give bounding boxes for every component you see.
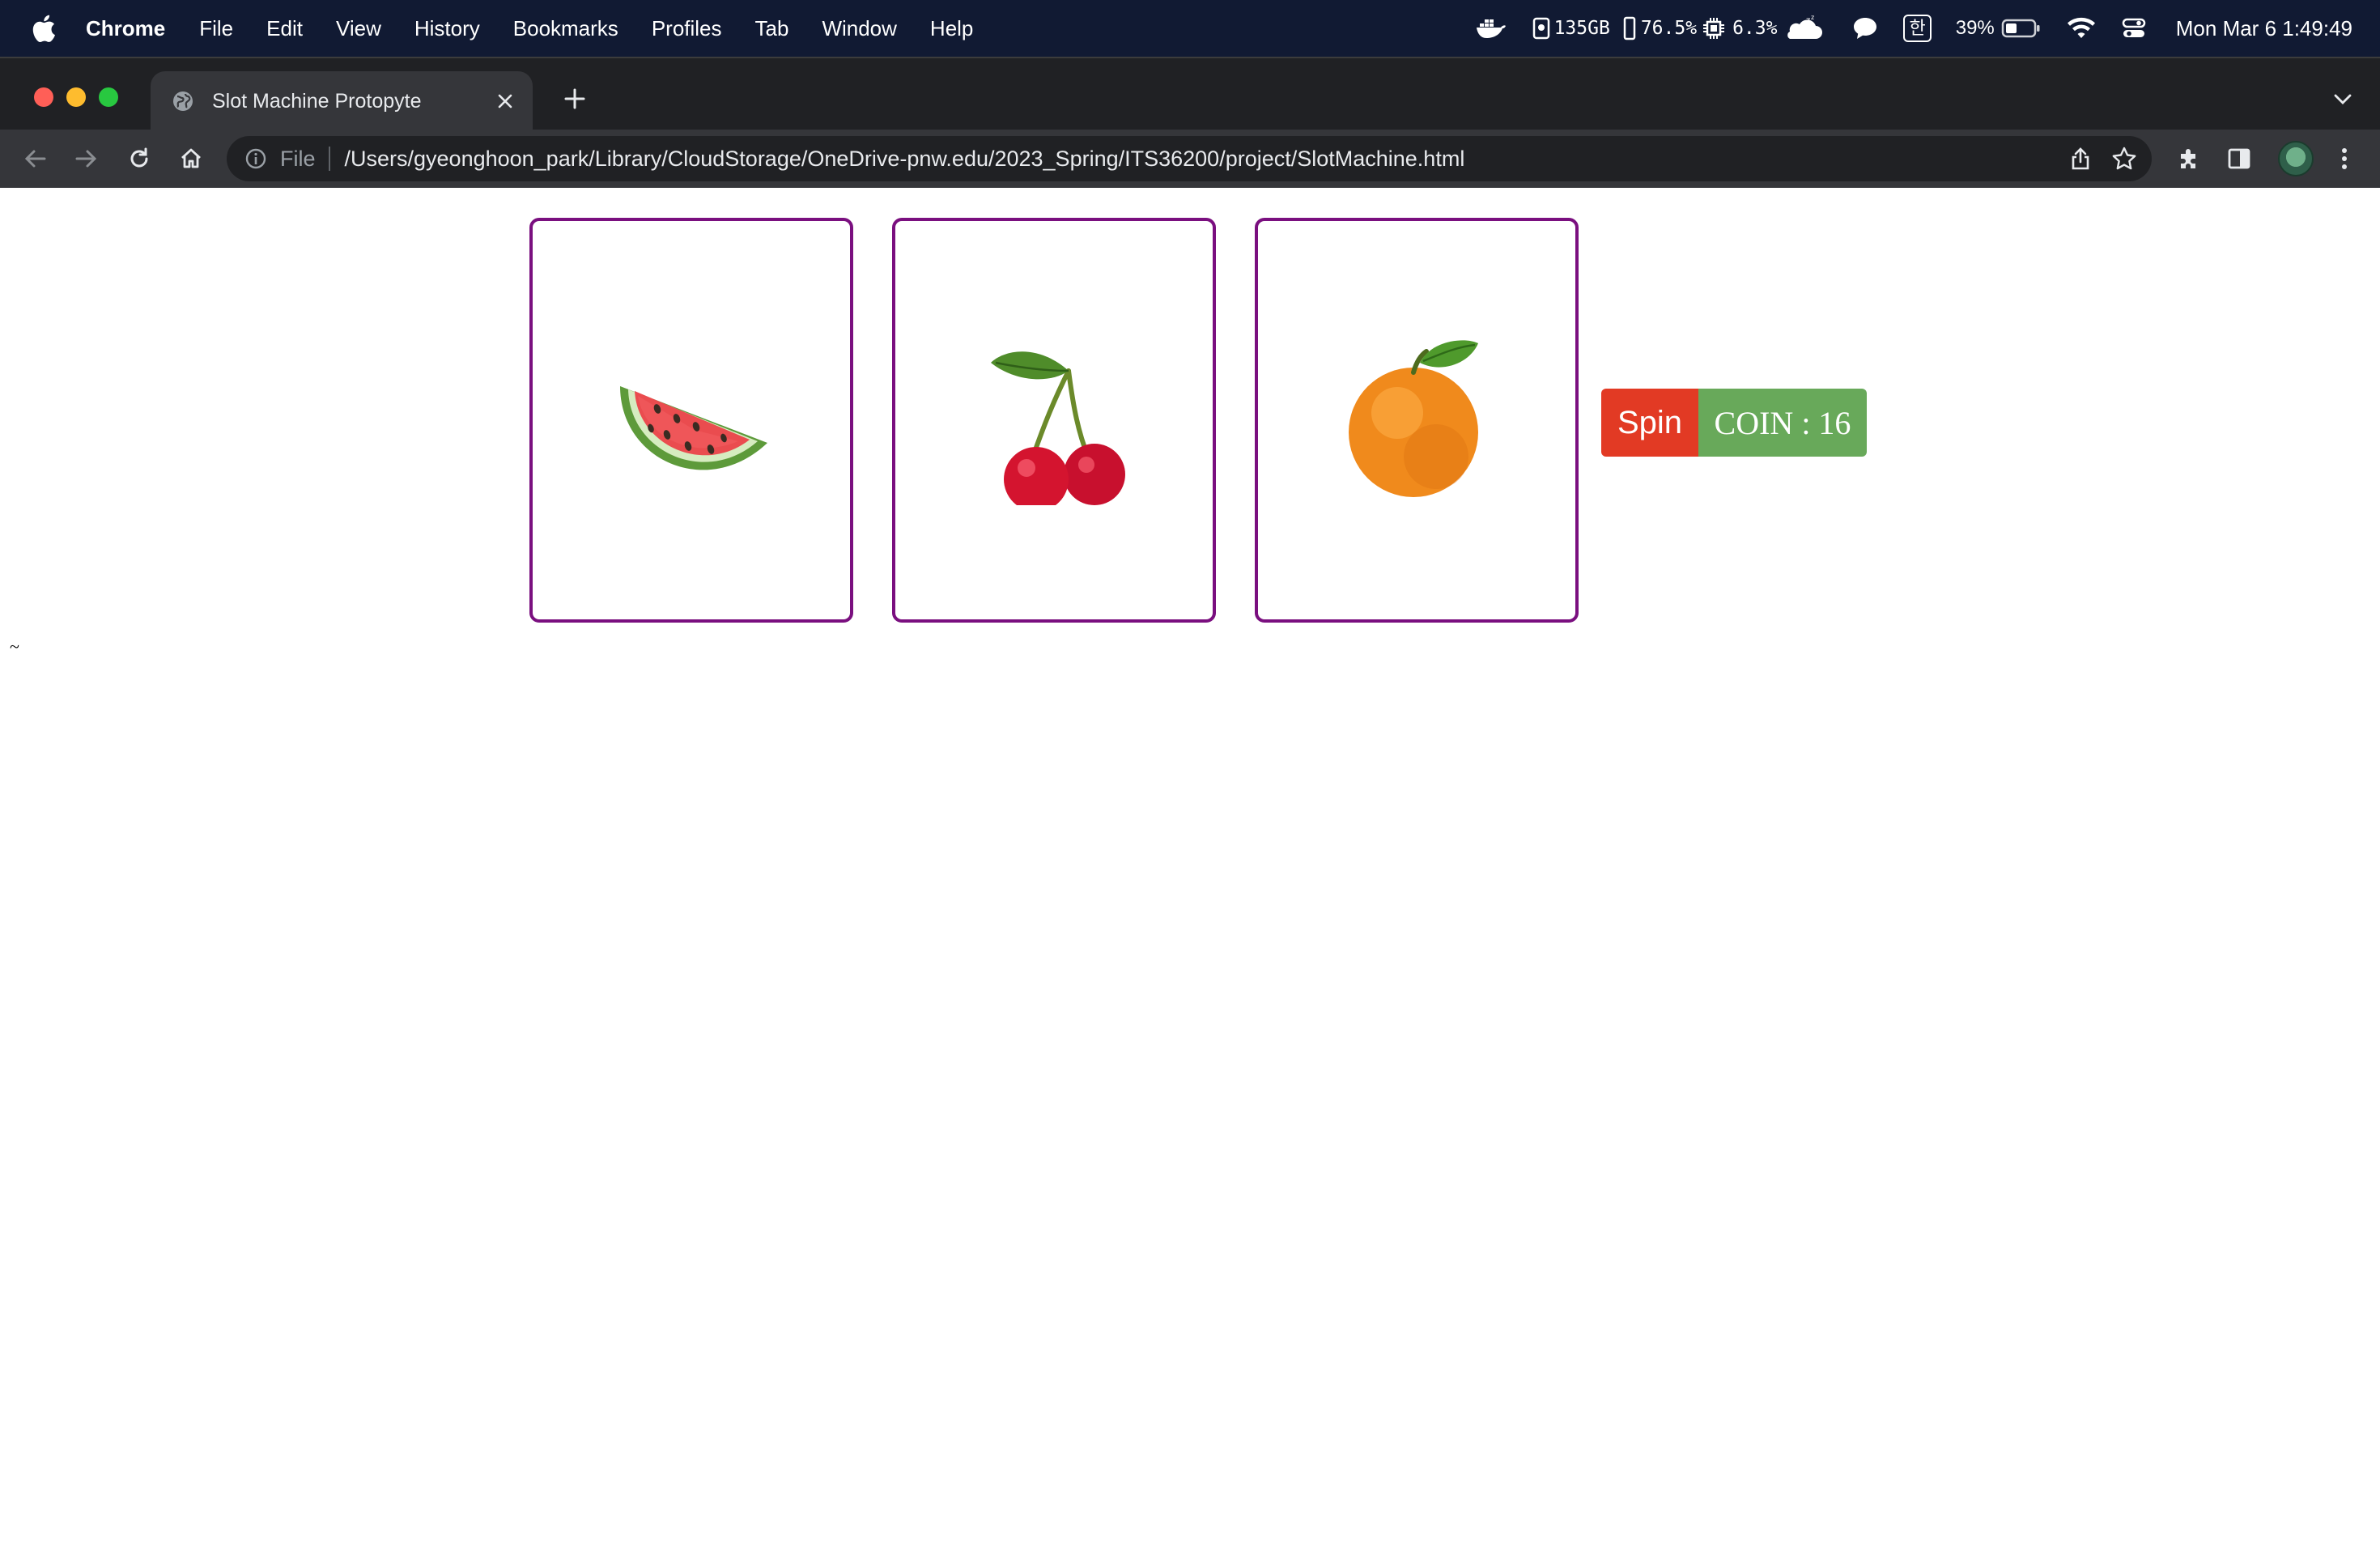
memory-monitor[interactable]: 76.5% [1621,16,1697,40]
menu-window[interactable]: Window [822,16,896,41]
coin-counter: COIN : 16 [1698,389,1867,457]
spin-button[interactable]: Spin [1601,389,1698,457]
svg-text:z: z [1811,15,1814,21]
input-method-label: 한 [1903,15,1932,42]
new-tab-plus-icon[interactable] [559,83,591,115]
tab-title: Slot Machine Protopyte [212,89,422,113]
memory-value: 76.5% [1640,18,1698,39]
url-scheme-label: File [280,146,316,171]
more-vertical-icon[interactable] [2325,139,2364,178]
menu-file[interactable]: File [199,16,233,41]
watermelon-icon [620,386,767,470]
wifi-icon[interactable] [2066,16,2097,40]
window-minimize-button[interactable] [66,87,86,107]
menu-profiles[interactable]: Profiles [652,16,722,41]
battery-icon [2001,19,2040,38]
stray-tilde-text: ~ [10,636,19,657]
menu-bar-clock[interactable]: Mon Mar 6 1:49:49 [2176,16,2352,41]
bookmark-star-icon[interactable] [2110,144,2139,173]
profile-avatar[interactable] [2278,141,2314,176]
globe-icon [173,91,193,111]
menu-tab[interactable]: Tab [755,16,789,41]
cherry-icon [991,351,1125,505]
menu-bar-status-area: 135GB 76.5% 6.3% zz 한 39% Mon Mar 6 1: [1451,0,2352,57]
window-close-button[interactable] [34,87,53,107]
site-info-icon[interactable] [244,147,267,170]
cpu-icon [1703,18,1725,39]
menu-app-chrome[interactable]: Chrome [86,16,165,41]
tab-close-icon[interactable] [491,87,520,116]
menu-edit[interactable]: Edit [266,16,303,41]
orange-icon [1349,340,1478,497]
weather-icon[interactable]: zz [1782,15,1827,42]
share-icon[interactable] [2066,144,2095,173]
reload-icon[interactable] [120,139,159,178]
side-panel-icon[interactable] [2220,139,2259,178]
slot-reel-2 [892,218,1216,623]
browser-toolbar: File /Users/gyeonghoon_park/Library/Clou… [0,130,2380,189]
forward-arrow-icon[interactable] [66,139,105,178]
menu-view[interactable]: View [336,16,381,41]
slot-reel-1 [529,218,853,623]
control-center-icon[interactable] [2121,16,2147,40]
macos-menu-bar: Chrome File Edit View History Bookmarks … [0,0,2380,57]
disk-icon [1532,17,1549,40]
page-viewport: Spin COIN : 16 ~ [0,188,2380,1548]
docker-icon[interactable] [1475,17,1507,40]
cpu-value: 6.3% [1732,18,1778,39]
url-text[interactable]: /Users/gyeonghoon_park/Library/CloudStor… [345,147,1465,172]
menu-help[interactable]: Help [930,16,973,41]
chat-bubble-icon[interactable] [1851,15,1879,41]
battery-status[interactable]: 39% [1956,17,2042,40]
address-bar[interactable]: File /Users/gyeonghoon_park/Library/Clou… [227,136,2152,181]
input-method-indicator[interactable]: 한 [1903,15,1932,42]
tab-search-chevron-down-icon[interactable] [2328,84,2357,113]
menu-history[interactable]: History [414,16,480,41]
apple-menu-icon[interactable] [29,14,58,43]
cpu-monitor[interactable]: 6.3% [1702,16,1777,40]
browser-tab-strip: Slot Machine Protopyte [0,57,2380,131]
battery-percent: 39% [1955,17,1995,39]
menu-bookmarks[interactable]: Bookmarks [513,16,618,41]
memory-icon [1623,16,1636,40]
back-arrow-icon[interactable] [16,139,55,178]
browser-tab-active[interactable]: Slot Machine Protopyte [151,71,533,131]
address-bar-divider [328,147,330,171]
window-zoom-button[interactable] [99,87,118,107]
slot-reel-3 [1255,218,1579,623]
home-icon[interactable] [172,139,210,178]
extensions-puzzle-icon[interactable] [2170,139,2208,178]
disk-monitor[interactable]: 135GB [1532,17,1610,40]
disk-value: 135GB [1553,18,1610,39]
